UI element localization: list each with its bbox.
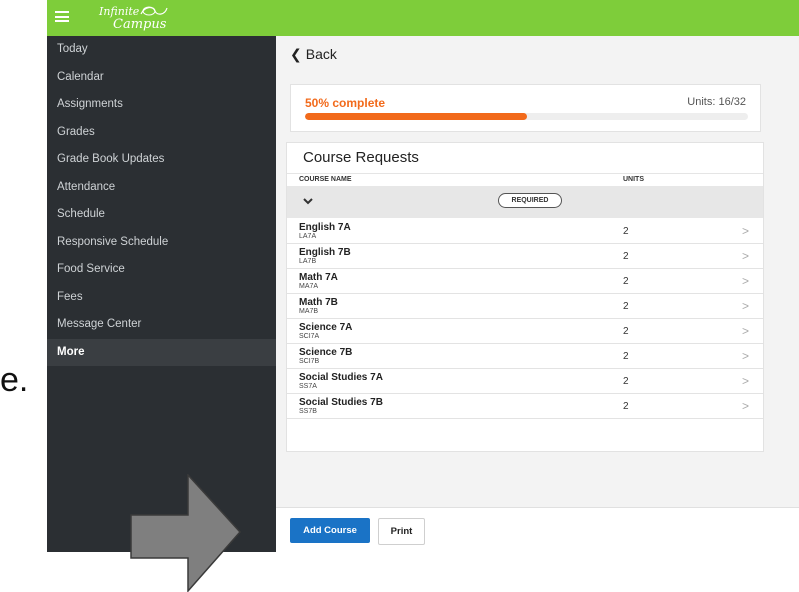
arrow-right-icon — [130, 474, 242, 592]
course-units: 2 — [623, 301, 629, 312]
course-units: 2 — [623, 326, 629, 337]
course-name: English 7A — [299, 222, 351, 233]
main-content: ❮ Back 50% complete Units: 16/32 Course R… — [276, 36, 799, 552]
required-group-header[interactable]: REQUIRED — [287, 186, 763, 218]
course-units: 2 — [623, 226, 629, 237]
top-bar: Infinite Campus — [47, 0, 799, 36]
stray-text-fragment: e. — [0, 361, 26, 399]
sidebar-item-schedule[interactable]: Schedule — [47, 201, 276, 229]
progress-bar-fill — [305, 113, 527, 120]
course-units: 2 — [623, 276, 629, 287]
progress-bar — [305, 113, 748, 120]
course-units: 2 — [623, 351, 629, 362]
course-name: Science 7A — [299, 322, 353, 333]
sidebar-item-grade-book-updates[interactable]: Grade Book Updates — [47, 146, 276, 174]
course-name: Science 7B — [299, 347, 353, 358]
add-course-button[interactable]: Add Course — [290, 518, 370, 543]
table-row[interactable]: Social Studies 7B SS7B 2 > — [287, 394, 763, 419]
app-logo: Infinite Campus — [99, 3, 189, 33]
course-name: Social Studies 7A — [299, 372, 383, 383]
course-code: SS7B — [299, 408, 317, 415]
chevron-left-icon: ❮ — [290, 46, 302, 62]
course-name: Math 7A — [299, 272, 338, 283]
sidebar-item-today[interactable]: Today — [47, 36, 276, 64]
chevron-right-icon[interactable]: > — [742, 274, 749, 288]
chevron-right-icon[interactable]: > — [742, 399, 749, 413]
sidebar-item-food-service[interactable]: Food Service — [47, 256, 276, 284]
chevron-right-icon[interactable]: > — [742, 249, 749, 263]
course-units: 2 — [623, 376, 629, 387]
course-units: 2 — [623, 401, 629, 412]
sidebar-item-calendar[interactable]: Calendar — [47, 64, 276, 92]
app-window: Infinite Campus Today Calendar Assignments… — [47, 0, 799, 552]
sidebar-item-message-center[interactable]: Message Center — [47, 311, 276, 339]
hamburger-icon[interactable] — [55, 11, 69, 22]
chevron-right-icon[interactable]: > — [742, 299, 749, 313]
logo-line-2: Campus — [113, 17, 167, 32]
course-code: SCI7A — [299, 333, 320, 340]
course-code: LA7B — [299, 258, 317, 265]
table-row[interactable]: Science 7B SCI7B 2 > — [287, 344, 763, 369]
sidebar-item-grades[interactable]: Grades — [47, 119, 276, 147]
course-units: 2 — [623, 251, 629, 262]
course-requests-card: Course Requests COURSE NAME UNITS REQUIR… — [286, 142, 764, 452]
progress-label: 50% complete — [305, 96, 386, 110]
chevron-right-icon[interactable]: > — [742, 349, 749, 363]
course-requests-title: Course Requests — [303, 149, 419, 166]
print-button[interactable]: Print — [378, 518, 425, 545]
column-header-course-name: COURSE NAME — [299, 176, 352, 183]
course-list: English 7A LA7A 2 > English 7B LA7B 2 > Math 7A M… — [287, 219, 763, 419]
back-label: Back — [305, 46, 337, 62]
sidebar-item-responsive-schedule[interactable]: Responsive Schedule — [47, 229, 276, 257]
back-link[interactable]: ❮ Back — [290, 46, 337, 63]
units-summary: Units: 16/32 — [687, 96, 746, 108]
course-name: Math 7B — [299, 297, 338, 308]
sidebar-item-assignments[interactable]: Assignments — [47, 91, 276, 119]
chevron-down-icon[interactable] — [301, 194, 315, 208]
course-name: English 7B — [299, 247, 351, 258]
sidebar-item-attendance[interactable]: Attendance — [47, 174, 276, 202]
table-row[interactable]: Math 7A MA7A 2 > — [287, 269, 763, 294]
logo-swirl-icon — [140, 6, 168, 16]
action-footer: Add Course Print — [276, 507, 799, 552]
course-code: SCI7B — [299, 358, 320, 365]
table-row[interactable]: English 7B LA7B 2 > — [287, 244, 763, 269]
course-name: Social Studies 7B — [299, 397, 383, 408]
course-code: LA7A — [299, 233, 317, 240]
sidebar-item-fees[interactable]: Fees — [47, 284, 276, 312]
table-row[interactable]: Social Studies 7A SS7A 2 > — [287, 369, 763, 394]
table-row[interactable]: English 7A LA7A 2 > — [287, 219, 763, 244]
required-badge: REQUIRED — [498, 193, 562, 208]
progress-card: 50% complete Units: 16/32 — [290, 84, 761, 132]
chevron-right-icon[interactable]: > — [742, 324, 749, 338]
course-code: SS7A — [299, 383, 317, 390]
table-row[interactable]: Science 7A SCI7A 2 > — [287, 319, 763, 344]
table-header: COURSE NAME UNITS — [287, 173, 763, 186]
chevron-right-icon[interactable]: > — [742, 374, 749, 388]
table-row[interactable]: Math 7B MA7B 2 > — [287, 294, 763, 319]
sidebar-item-more[interactable]: More — [47, 338, 276, 366]
chevron-right-icon[interactable]: > — [742, 224, 749, 238]
column-header-units: UNITS — [623, 176, 644, 183]
course-code: MA7A — [299, 283, 319, 290]
course-code: MA7B — [299, 308, 319, 315]
